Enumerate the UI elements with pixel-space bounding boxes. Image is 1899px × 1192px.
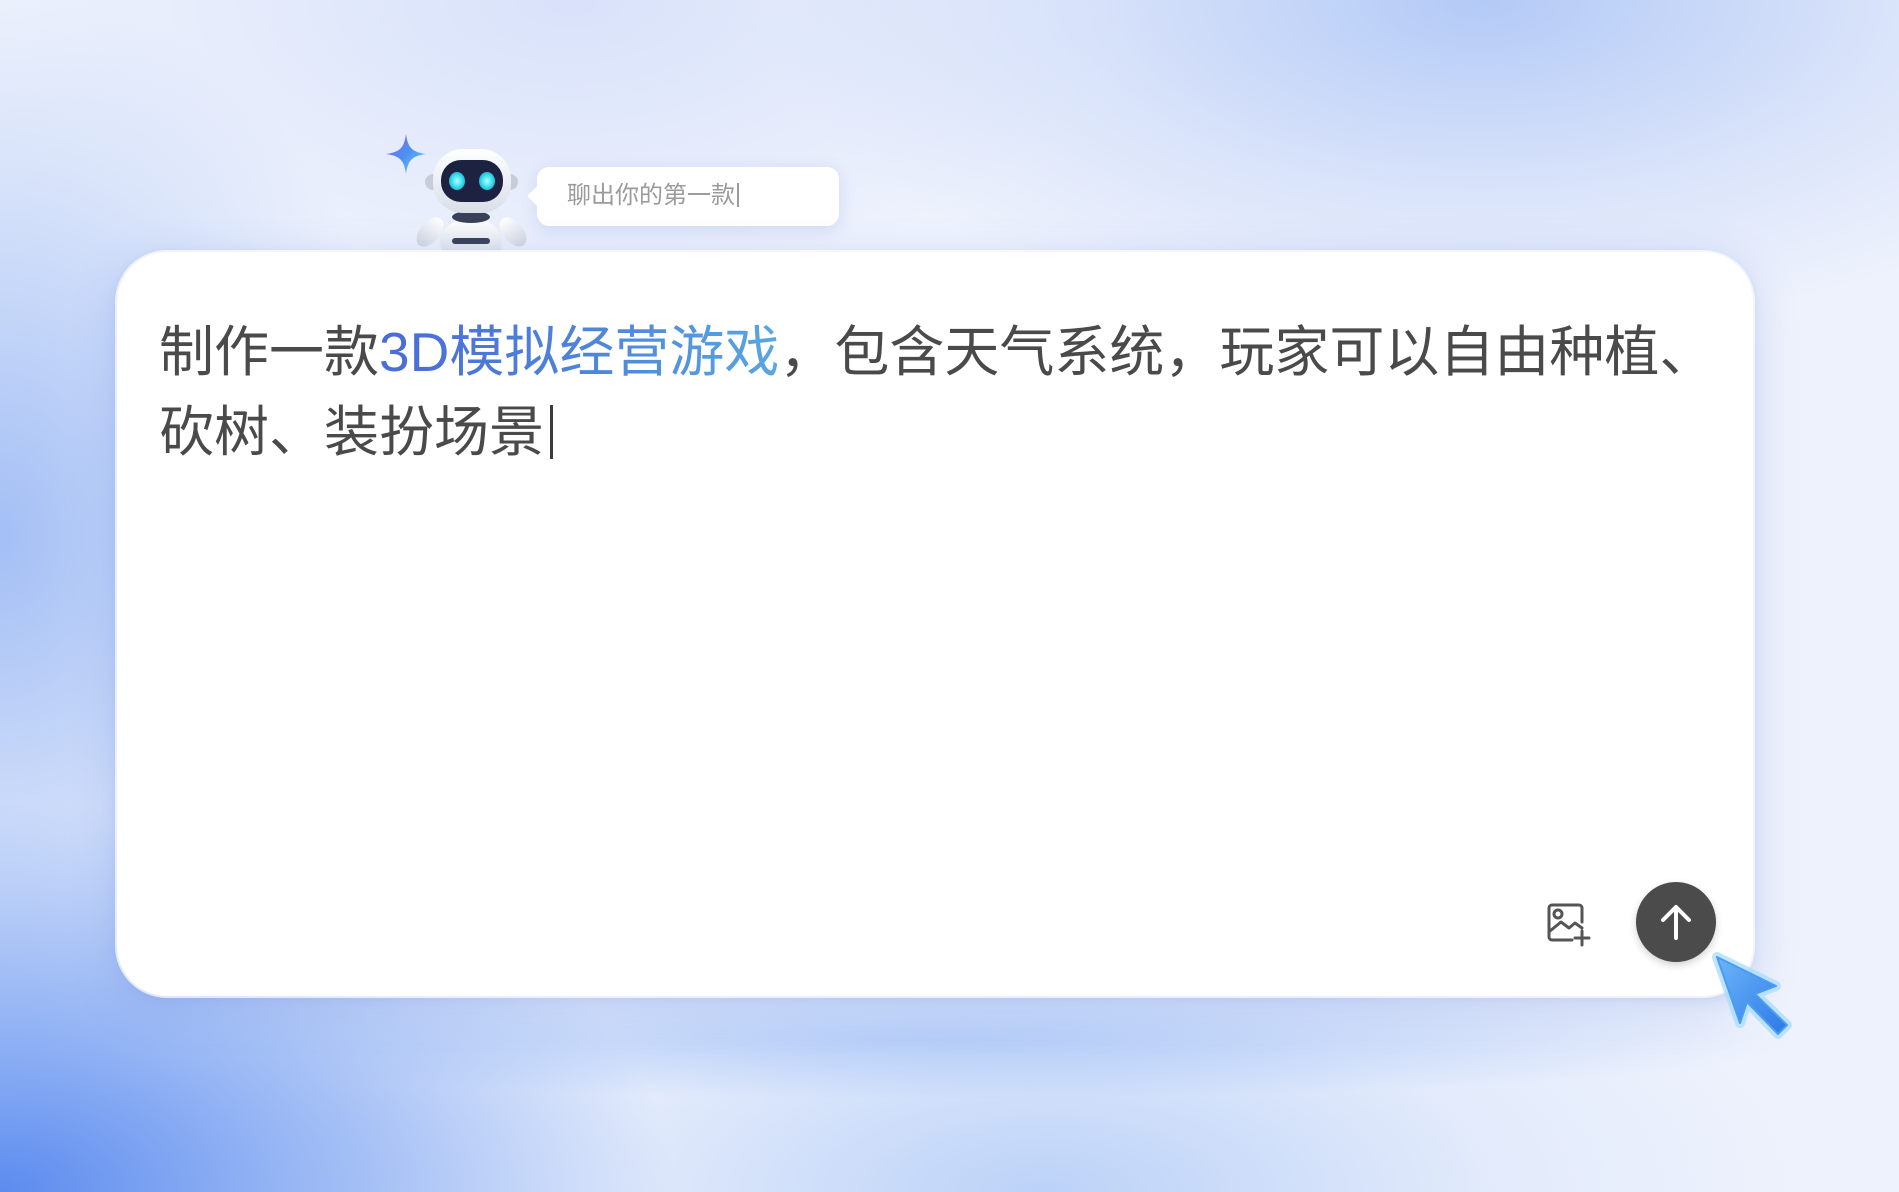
mouse-pointer-icon [1712, 952, 1792, 1039]
arrow-up-icon [1661, 905, 1691, 940]
robot-mascot [380, 120, 550, 260]
text-caret [550, 405, 554, 460]
sparkle-icon [386, 134, 426, 174]
background-glow [60, 980, 1810, 1100]
add-image-button[interactable] [1544, 900, 1592, 948]
prompt-input[interactable]: 制作一款3D模拟经营游戏，包含天气系统，玩家可以自由种植、 砍树、装扮场景 [159, 312, 1714, 472]
image-add-icon [1547, 903, 1591, 947]
prompt-text-line2: 砍树、装扮场景 [159, 401, 545, 463]
prompt-card: 制作一款3D模拟经营游戏，包含天气系统，玩家可以自由种植、 砍树、装扮场景 [117, 252, 1753, 996]
mouse-pointer [1708, 948, 1800, 1040]
prompt-line-1: 制作一款3D模拟经营游戏，包含天气系统，玩家可以自由种植、 [159, 312, 1714, 392]
robot-mascot-icon [386, 134, 527, 260]
speech-bubble-text: 聊出你的第一款 [567, 182, 739, 210]
speech-bubble: 聊出你的第一款 [537, 167, 839, 226]
send-button[interactable] [1636, 882, 1716, 962]
prompt-text-after: ，包含天气系统，玩家可以自由种植、 [779, 321, 1715, 383]
prompt-highlight: 3D模拟经营游戏 [379, 321, 780, 383]
prompt-text-before: 制作一款 [159, 321, 380, 383]
typing-caret [737, 182, 739, 207]
speech-bubble-label: 聊出你的第一款 [567, 182, 735, 210]
prompt-line-2: 砍树、装扮场景 [159, 392, 1714, 472]
